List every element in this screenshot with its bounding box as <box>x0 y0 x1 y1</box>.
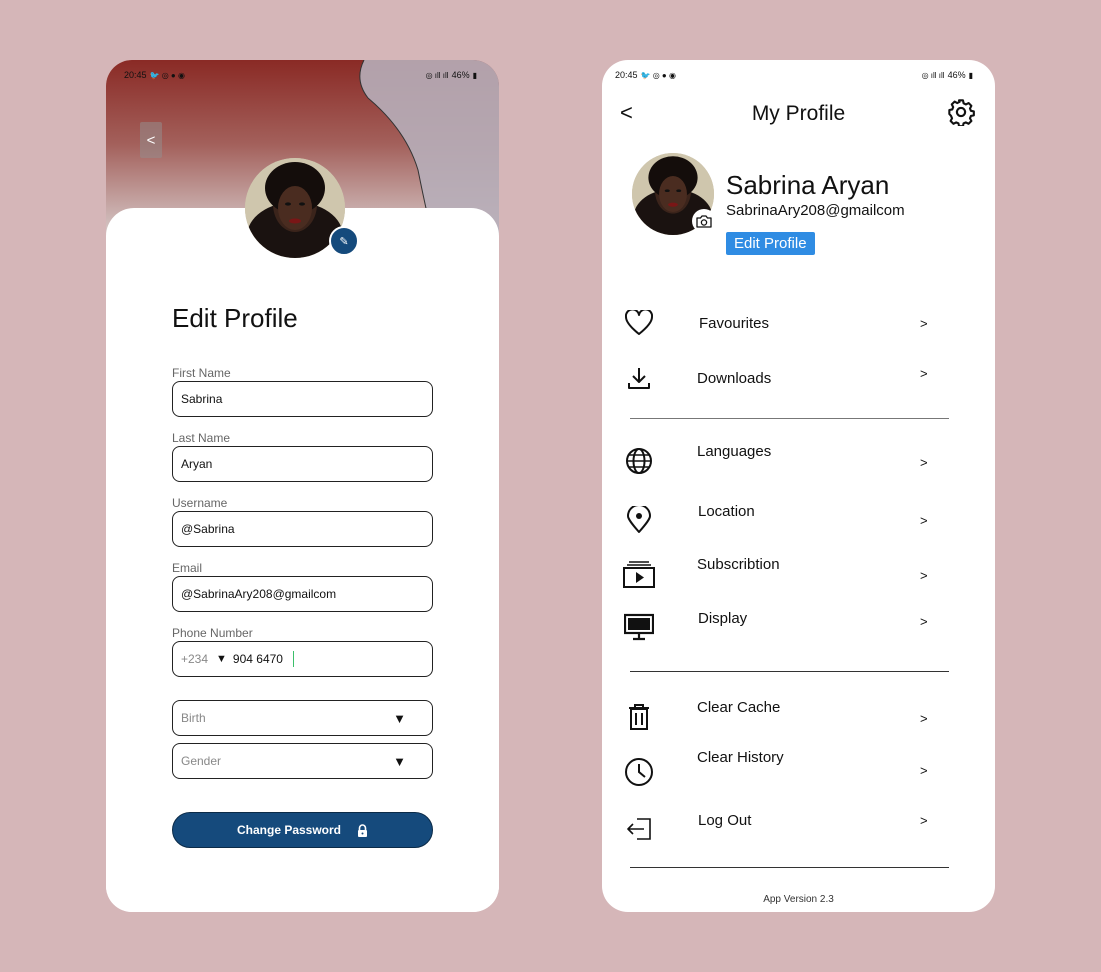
edit-avatar-pencil-icon[interactable]: ✎ <box>329 226 359 256</box>
menu-label-languages: Languages <box>697 443 772 460</box>
chevron-right-icon: > <box>920 763 928 778</box>
battery-level: 46% <box>451 70 470 80</box>
chevron-right-icon: > <box>920 513 928 528</box>
status-time: 20:45 <box>615 70 638 80</box>
menu-item-clear-history[interactable]: Clear History > <box>622 749 942 789</box>
signal-icon: ◎ ıll ıll <box>921 70 945 80</box>
country-code-caret-icon[interactable]: ▼ <box>216 653 227 665</box>
section-divider <box>630 867 949 868</box>
profile-avatar[interactable]: ✎ <box>245 158 359 258</box>
birth-dropdown[interactable]: Birth ▼ <box>172 700 433 736</box>
menu-label-clear-history: Clear History <box>697 749 784 766</box>
profile-avatar[interactable] <box>632 153 716 235</box>
menu-label-log-out: Log Out <box>698 812 752 829</box>
trash-icon <box>622 700 656 734</box>
gender-placeholder: Gender <box>181 754 222 768</box>
menu-item-log-out[interactable]: Log Out > <box>622 812 942 846</box>
notification-icons: 🐦 ◎ ● ◉ <box>149 70 185 80</box>
gender-dropdown[interactable]: Gender ▼ <box>172 743 433 779</box>
username-value: @Sabrina <box>181 522 235 536</box>
birth-placeholder: Birth <box>181 711 206 725</box>
menu-label-display: Display <box>698 610 748 627</box>
signal-icon: ◎ ıll ıll <box>425 70 449 80</box>
app-version: App Version 2.3 <box>763 894 834 905</box>
notification-icons: 🐦 ◎ ● ◉ <box>640 70 676 80</box>
menu-label-downloads: Downloads <box>697 369 772 387</box>
email-value: @SabrinaAry208@gmailcom <box>181 587 337 601</box>
battery-level: 46% <box>947 70 966 80</box>
menu-item-downloads[interactable]: Downloads > <box>622 361 942 395</box>
battery-icon: ▮ <box>472 70 477 80</box>
username-field[interactable]: @Sabrina <box>172 511 433 547</box>
phone-number-label: Phone Number <box>172 626 253 640</box>
heart-icon <box>622 306 656 340</box>
battery-icon: ▮ <box>968 70 973 80</box>
first-name-value: Sabrina <box>181 392 223 406</box>
change-password-button[interactable]: Change Password <box>172 812 433 848</box>
username-label: Username <box>172 496 228 510</box>
edit-profile-screen: 20:45 🐦 ◎ ● ◉ ◎ ıll ıll 46% ▮ < ✎ Edit P <box>106 60 499 912</box>
monitor-icon <box>622 610 656 644</box>
logout-icon <box>622 812 656 846</box>
subscription-icon <box>622 557 656 591</box>
menu-item-subscription[interactable]: Subscribtion > <box>622 556 942 591</box>
page-title: My Profile <box>751 102 846 125</box>
lock-icon <box>358 823 368 837</box>
edit-profile-button[interactable]: Edit Profile <box>726 232 815 255</box>
status-bar: 20:45 🐦 ◎ ● ◉ ◎ ıll ıll 46% ▮ <box>615 68 973 82</box>
menu-item-favourites[interactable]: Favourites > <box>622 306 942 340</box>
camera-icon[interactable] <box>692 209 716 233</box>
country-code[interactable]: +234 <box>181 652 208 666</box>
menu-item-languages[interactable]: Languages > <box>622 443 942 478</box>
first-name-label: First Name <box>172 366 231 380</box>
location-pin-icon <box>622 503 656 537</box>
profile-email: SabrinaAry208@gmailcom <box>726 202 905 219</box>
last-name-field[interactable]: Aryan <box>172 446 433 482</box>
chevron-right-icon: > <box>920 455 928 470</box>
menu-label-location: Location <box>698 503 755 520</box>
text-cursor <box>292 651 294 667</box>
status-time: 20:45 <box>124 70 147 80</box>
download-icon <box>622 361 656 395</box>
chevron-right-icon: > <box>920 568 928 583</box>
menu-label-subscription: Subscribtion <box>697 556 780 573</box>
menu-label-favourites: Favourites <box>699 314 770 332</box>
change-password-label: Change Password <box>236 823 342 837</box>
email-label: Email <box>172 561 203 575</box>
last-name-label: Last Name <box>172 431 231 445</box>
birth-caret-icon: ▼ <box>393 710 406 726</box>
email-field[interactable]: @SabrinaAry208@gmailcom <box>172 576 433 612</box>
first-name-field[interactable]: Sabrina <box>172 381 433 417</box>
phone-number-field[interactable]: +234 ▼ 904 6470 <box>172 641 433 677</box>
gender-caret-icon: ▼ <box>393 753 406 769</box>
menu-item-clear-cache[interactable]: Clear Cache > <box>622 699 942 734</box>
profile-name: Sabrina Aryan <box>726 170 890 200</box>
chevron-right-icon: > <box>920 614 928 629</box>
status-bar: 20:45 🐦 ◎ ● ◉ ◎ ıll ıll 46% ▮ <box>124 68 477 82</box>
back-button[interactable]: < <box>140 122 162 158</box>
last-name-value: Aryan <box>181 457 213 471</box>
my-profile-screen: 20:45 🐦 ◎ ● ◉ ◎ ıll ıll 46% ▮ < My Profi… <box>602 60 995 912</box>
menu-label-clear-cache: Clear Cache <box>697 699 781 716</box>
globe-icon <box>622 444 656 478</box>
chevron-right-icon: > <box>920 366 928 381</box>
chevron-right-icon: > <box>920 813 928 828</box>
section-divider <box>630 671 949 672</box>
page-title: Edit Profile <box>172 303 298 333</box>
settings-gear-icon[interactable] <box>947 98 975 126</box>
phone-number-value: 904 6470 <box>232 652 283 666</box>
chevron-right-icon: > <box>920 316 928 331</box>
chevron-right-icon: > <box>920 711 928 726</box>
section-divider <box>630 418 949 419</box>
menu-item-location[interactable]: Location > <box>622 503 942 537</box>
profile-form-card <box>106 208 499 912</box>
menu-item-display[interactable]: Display > <box>622 610 942 644</box>
clock-icon <box>622 755 656 789</box>
